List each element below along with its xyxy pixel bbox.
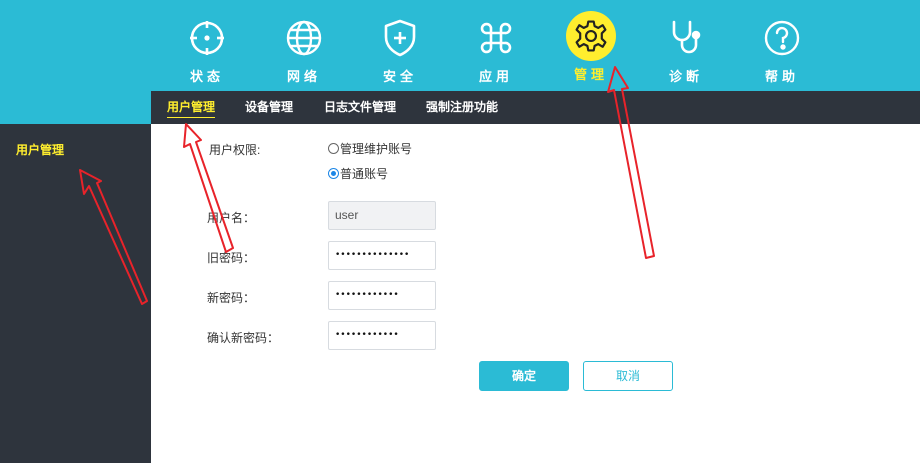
nav-label-help: 帮助 — [764, 69, 799, 84]
nav-item-network[interactable]: 网络 — [269, 12, 339, 88]
crosshair-icon — [181, 12, 233, 64]
nav-label-diagnosis: 诊断 — [668, 69, 703, 84]
nav-item-status[interactable]: 状态 — [172, 12, 242, 88]
cancel-button[interactable]: 取消 — [583, 361, 673, 391]
tab-user-management[interactable]: 用户管理 — [167, 91, 216, 124]
confirm-button[interactable]: 确定 — [479, 361, 569, 391]
nav-label-management: 管理 — [573, 67, 608, 82]
new-password-input[interactable]: •••••••••••• — [328, 281, 436, 310]
nav-item-help[interactable]: 帮助 — [747, 12, 817, 88]
help-icon — [756, 12, 808, 64]
nav-item-diagnosis[interactable]: 诊断 — [651, 12, 721, 88]
confirm-password-label: 确认新密码： — [207, 331, 280, 345]
gear-icon — [566, 11, 616, 61]
nav-item-management[interactable]: 管理 — [556, 11, 626, 88]
sidebar-item-user-management[interactable]: 用户管理 — [16, 141, 64, 158]
radio-admin-account[interactable]: 管理维护账号 — [328, 140, 412, 157]
radio-button-admin[interactable] — [328, 143, 339, 154]
nav-label-status: 状态 — [189, 69, 224, 84]
sidebar: 用户管理 — [0, 124, 151, 463]
globe-icon — [278, 12, 330, 64]
username-field: user — [328, 201, 436, 230]
nav-label-apps: 应用 — [478, 69, 513, 84]
username-label: 用户名： — [207, 211, 256, 225]
stethoscope-icon — [660, 12, 712, 64]
tab-device-management[interactable]: 设备管理 — [245, 91, 293, 124]
radio-button-normal[interactable] — [328, 168, 339, 179]
radio-label-normal: 普通账号 — [340, 167, 389, 181]
permission-label: 用户权限: — [209, 143, 261, 157]
old-password-label: 旧密码： — [207, 251, 256, 265]
user-management-form — [151, 124, 920, 463]
nav-item-security[interactable]: 安全 — [365, 12, 435, 88]
radio-normal-account[interactable]: 普通账号 — [328, 165, 388, 182]
tab-forced-registration[interactable]: 强制注册功能 — [426, 91, 498, 124]
tab-log-file-management[interactable]: 日志文件管理 — [324, 91, 396, 124]
nav-label-security: 安全 — [382, 69, 417, 84]
nav-item-apps[interactable]: 应用 — [461, 12, 531, 88]
shield-plus-icon — [374, 12, 426, 64]
confirm-password-input[interactable]: •••••••••••• — [328, 321, 436, 350]
command-icon — [470, 12, 522, 64]
sub-nav-bar: 用户管理 设备管理 日志文件管理 强制注册功能 — [151, 91, 920, 124]
radio-label-admin: 管理维护账号 — [340, 142, 413, 156]
old-password-input[interactable]: •••••••••••••• — [328, 241, 436, 270]
sidebar-header-band — [0, 91, 151, 124]
nav-label-network: 网络 — [286, 69, 321, 84]
new-password-label: 新密码： — [207, 291, 256, 305]
